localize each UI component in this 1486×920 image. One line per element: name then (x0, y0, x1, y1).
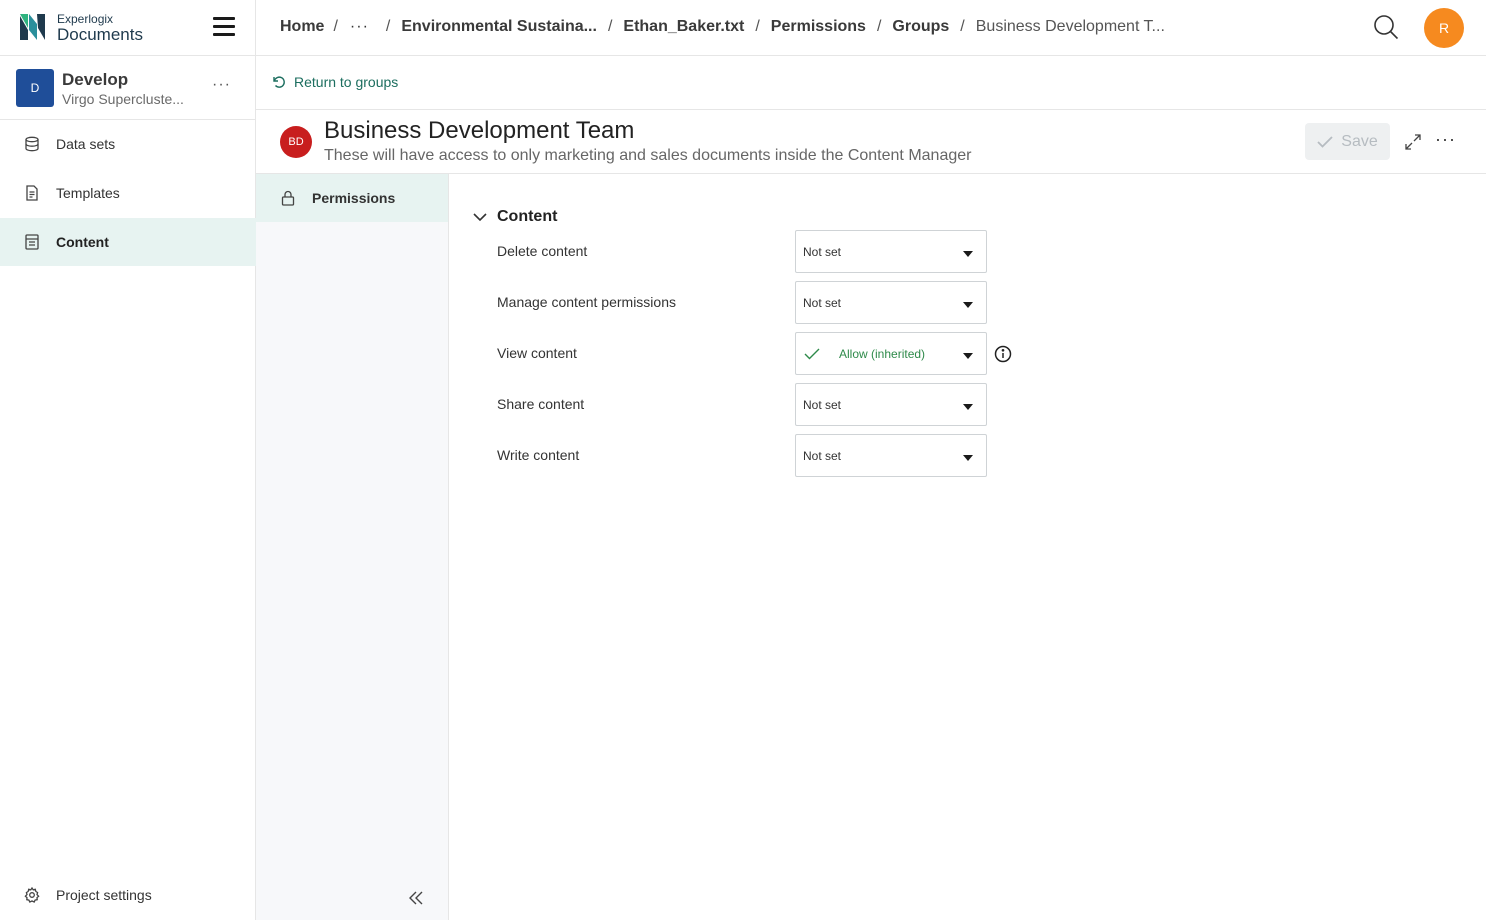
top-bar: Home / ··· / Environmental Sustaina... /… (256, 0, 1486, 56)
permission-row-delete-content: Delete content Not set (497, 230, 1097, 273)
caret-down-icon (963, 251, 973, 257)
chevron-down-icon (473, 213, 487, 222)
permission-label: Share content (497, 396, 585, 412)
check-icon (1317, 135, 1333, 148)
permission-row-view-content: View content Allow (inherited) (497, 332, 1097, 375)
content-icon (25, 234, 39, 250)
document-icon (26, 185, 38, 201)
breadcrumb-separator: / (607, 18, 613, 35)
breadcrumb-separator: / (876, 18, 882, 35)
caret-down-icon (963, 302, 973, 308)
sidebar-item-label: Content (56, 234, 109, 250)
permission-select[interactable]: Not set (795, 383, 987, 426)
check-icon (804, 348, 820, 360)
section-title: Content (497, 208, 558, 225)
permission-value: Not set (803, 245, 842, 259)
sidebar-item-templates[interactable]: Templates (0, 169, 256, 217)
sidebar-item-label: Templates (56, 185, 120, 201)
permission-select[interactable]: Allow (inherited) (795, 332, 987, 375)
breadcrumb-separator: / (333, 18, 338, 35)
permission-select[interactable]: Not set (795, 434, 987, 477)
sidebar-item-data-sets[interactable]: Data sets (0, 120, 256, 168)
group-description: These will have access to only marketing… (324, 147, 972, 164)
caret-down-icon (963, 353, 973, 359)
permission-row-share-content: Share content Not set (497, 383, 1097, 426)
project-name: Develop (62, 70, 129, 89)
hamburger-menu-icon[interactable] (213, 17, 235, 37)
info-icon[interactable] (994, 345, 1012, 363)
undo-icon (273, 76, 285, 88)
return-link-label: Return to groups (294, 74, 399, 90)
sidebar-item-content[interactable]: Content (0, 218, 256, 266)
page-title: Business Development Team (324, 117, 635, 144)
secondary-nav: Permissions (256, 174, 449, 920)
permission-label: Delete content (497, 243, 588, 259)
project-switcher[interactable]: D Develop Virgo Supercluste... ··· (0, 56, 255, 120)
project-more-icon[interactable]: ··· (212, 76, 231, 94)
permission-value: Not set (803, 398, 842, 412)
breadcrumb-item[interactable]: Permissions (771, 18, 866, 36)
breadcrumb-separator: / (960, 18, 965, 35)
project-subtitle: Virgo Supercluste... (62, 91, 184, 107)
more-options-icon[interactable]: ··· (1435, 130, 1456, 148)
brand-big: Documents (57, 25, 143, 44)
brand-name: Experlogix Documents (57, 13, 143, 43)
breadcrumb: Home / ··· / Environmental Sustaina... /… (280, 18, 1165, 36)
project-settings-link[interactable]: Project settings (0, 870, 256, 920)
permission-label: View content (497, 345, 577, 361)
breadcrumb-home[interactable]: Home (280, 18, 324, 36)
breadcrumb-current: Business Development T... (975, 18, 1165, 35)
breadcrumb-ellipsis[interactable]: ··· (350, 18, 369, 36)
main-sidebar: Experlogix Documents D Develop Virgo Sup… (0, 0, 256, 920)
permissions-panel: Content Delete content Not set Manage co… (449, 174, 1486, 920)
caret-down-icon (963, 404, 973, 410)
tab-permissions[interactable]: Permissions (256, 174, 448, 222)
project-avatar: D (16, 69, 54, 107)
collapse-panel-icon[interactable] (406, 888, 426, 908)
tab-permissions-label: Permissions (312, 190, 396, 206)
permission-value: Not set (803, 296, 842, 310)
breadcrumb-separator: / (755, 18, 760, 35)
expand-icon[interactable] (1404, 133, 1422, 151)
logo-row: Experlogix Documents (0, 0, 255, 56)
permission-row-manage-content-permissions: Manage content permissions Not set (497, 281, 1097, 324)
permission-label: Write content (497, 447, 580, 463)
return-row: Return to groups (256, 56, 1486, 110)
brand-small: Experlogix (57, 12, 114, 26)
breadcrumb-item[interactable]: Groups (892, 18, 949, 36)
permission-value: Not set (803, 449, 842, 463)
search-icon[interactable] (1372, 13, 1400, 41)
permission-value: Allow (inherited) (839, 347, 926, 361)
caret-down-icon (963, 455, 973, 461)
group-header: BD Business Development Team These will … (256, 110, 1486, 174)
sidebar-item-label: Data sets (56, 136, 116, 152)
save-button-label: Save (1341, 132, 1378, 150)
permission-select[interactable]: Not set (795, 230, 987, 273)
permission-label: Manage content permissions (497, 294, 676, 310)
brand-logo-icon (20, 14, 45, 40)
breadcrumb-item[interactable]: Environmental Sustaina... (401, 18, 597, 36)
save-button[interactable]: Save (1305, 123, 1390, 160)
breadcrumb-item[interactable]: Ethan_Baker.txt (623, 18, 744, 36)
group-avatar: BD (280, 126, 312, 158)
content-section-toggle[interactable]: Content (473, 208, 557, 226)
permission-row-write-content: Write content Not set (497, 434, 1097, 477)
return-to-groups-link[interactable]: Return to groups (272, 74, 398, 90)
project-settings-label: Project settings (56, 887, 152, 903)
lock-icon (281, 190, 295, 206)
gear-icon (24, 887, 40, 903)
user-avatar[interactable]: R (1424, 8, 1464, 48)
database-icon (25, 136, 39, 152)
breadcrumb-separator: / (385, 18, 391, 35)
permission-select[interactable]: Not set (795, 281, 987, 324)
